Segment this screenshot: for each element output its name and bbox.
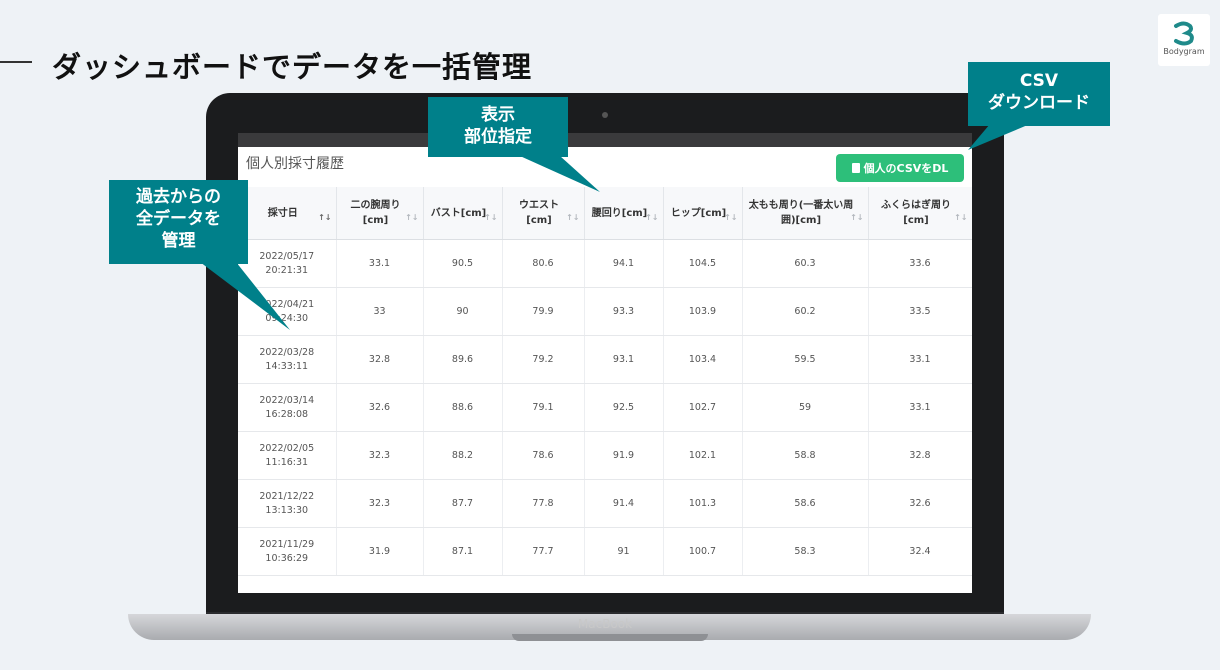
history-callout-pointer (200, 262, 290, 330)
callout-history: 過去からの 全データを 管理 (109, 180, 248, 264)
callout-csv-line: ダウンロード (988, 93, 1090, 113)
callout-csv-line: CSV (1019, 71, 1059, 91)
callout-history-line: 過去からの (136, 187, 221, 207)
callout-parts-line: 部位指定 (464, 127, 532, 147)
csv-callout-pointer (968, 124, 1030, 150)
callout-parts-line: 表示 (481, 105, 515, 125)
callout-history-line: 管理 (161, 231, 196, 251)
callout-csv: CSV ダウンロード (968, 62, 1110, 126)
parts-callout-pointer (520, 156, 600, 192)
callout-history-line: 全データを (136, 209, 221, 229)
callout-parts: 表示 部位指定 (428, 97, 568, 157)
